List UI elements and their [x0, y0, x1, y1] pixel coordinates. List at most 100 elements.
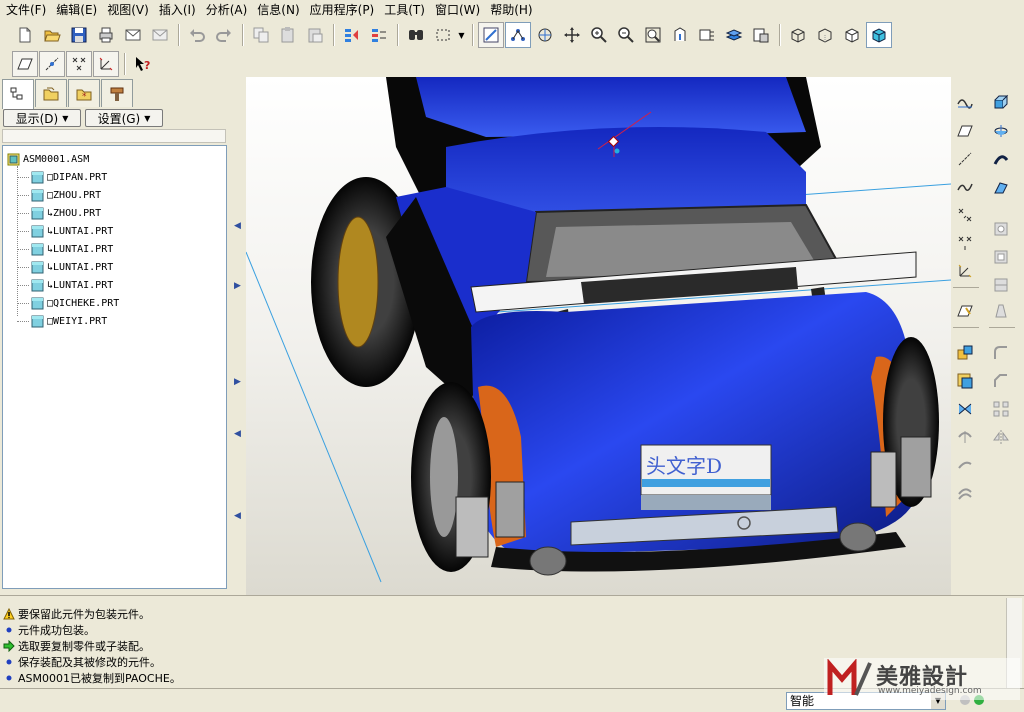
panel-sash[interactable]: ◀ ▶ ▶ ◀ ◀: [232, 77, 246, 595]
trim-button[interactable]: [953, 425, 977, 449]
car-roof[interactable]: [416, 77, 806, 137]
menu-item[interactable]: 编辑(E): [52, 1, 103, 19]
open-folder-button[interactable]: [39, 22, 65, 48]
datum-point-button[interactable]: [953, 203, 977, 227]
datum-curve-button[interactable]: [953, 175, 977, 199]
menu-item[interactable]: 窗口(W): [431, 1, 486, 19]
favorites-tab[interactable]: *: [68, 79, 100, 107]
menu-item[interactable]: 插入(I): [155, 1, 202, 19]
regenerate-manager-button[interactable]: [366, 22, 392, 48]
redo-button[interactable]: [211, 22, 237, 48]
datum-display-button[interactable]: [478, 22, 504, 48]
mirror-button[interactable]: [989, 425, 1013, 449]
tree-item[interactable]: ↳ ZHOU.PRT: [17, 204, 101, 222]
new-file-button[interactable]: [12, 22, 38, 48]
tree-root-item[interactable]: ASM0001.ASM: [7, 150, 89, 168]
extrude-button[interactable]: [989, 89, 1013, 113]
feature-toolbar: [951, 77, 1024, 595]
variable-sweep-button[interactable]: [989, 147, 1013, 171]
orient-mode-button[interactable]: [532, 22, 558, 48]
merge-button[interactable]: [953, 397, 977, 421]
datum-plane-button[interactable]: [953, 119, 977, 143]
offset-button[interactable]: [953, 481, 977, 505]
no-hidden-button[interactable]: [839, 22, 865, 48]
tree-item[interactable]: ↳ LUNTAI.PRT: [17, 222, 113, 240]
paste-special-button[interactable]: [302, 22, 328, 48]
model-tree-tab[interactable]: [2, 79, 34, 109]
menu-item[interactable]: 分析(A): [202, 1, 254, 19]
revolve-button[interactable]: [989, 119, 1013, 143]
pan-button[interactable]: [559, 22, 585, 48]
chamfer-button[interactable]: [989, 369, 1013, 393]
mail-attach-button[interactable]: [147, 22, 173, 48]
hole-button[interactable]: [989, 217, 1013, 241]
round-button[interactable]: [989, 341, 1013, 365]
menu-item[interactable]: 帮助(H): [486, 1, 538, 19]
menu-item[interactable]: 工具(T): [380, 1, 431, 19]
car-model-view[interactable]: 头文字D: [246, 77, 951, 595]
settings-button[interactable]: 设置(G) ▼: [85, 109, 163, 127]
chevron-down-icon[interactable]: ▼: [457, 22, 466, 48]
datum-axis-button[interactable]: [953, 147, 977, 171]
hidden-line-button[interactable]: [812, 22, 838, 48]
tree-item[interactable]: ↳ LUNTAI.PRT: [17, 258, 113, 276]
mail-button[interactable]: [120, 22, 146, 48]
copy-button[interactable]: [248, 22, 274, 48]
show-button[interactable]: 显示(D) ▼: [3, 109, 81, 127]
regenerate-button[interactable]: [339, 22, 365, 48]
coordinate-system-button[interactable]: [953, 259, 977, 283]
paste-button[interactable]: [275, 22, 301, 48]
folder-browser-tab[interactable]: [35, 79, 67, 107]
menu-item[interactable]: 信息(N): [253, 1, 305, 19]
tree-header-strip: [2, 129, 226, 143]
save-button[interactable]: [66, 22, 92, 48]
sash-arrow-icon[interactable]: ◀: [234, 511, 241, 521]
sash-arrow-icon[interactable]: ▶: [234, 281, 241, 291]
datum-axes-toggle-button[interactable]: [39, 50, 65, 77]
tree-item[interactable]: □ WEIYI.PRT: [17, 312, 107, 330]
wireframe-button[interactable]: [785, 22, 811, 48]
analysis-feature-button[interactable]: [953, 299, 977, 323]
menu-item[interactable]: 应用程序(P): [306, 1, 381, 19]
menu-item[interactable]: 文件(F): [2, 1, 52, 19]
select-box-button[interactable]: [430, 22, 456, 48]
component-assemble-button[interactable]: [953, 341, 977, 365]
saved-views-button[interactable]: [694, 22, 720, 48]
view-manager-button[interactable]: [748, 22, 774, 48]
rib-button[interactable]: [989, 273, 1013, 297]
sketch-button[interactable]: [953, 89, 977, 113]
tree-item[interactable]: ↳ LUNTAI.PRT: [17, 276, 113, 294]
connections-tab[interactable]: [101, 79, 133, 107]
layers-button[interactable]: [721, 22, 747, 48]
datum-point-offset-button[interactable]: [953, 231, 977, 255]
refit-button[interactable]: [640, 22, 666, 48]
coordinate-systems-toggle-button[interactable]: [93, 50, 119, 77]
datum-points-toggle-button[interactable]: [66, 50, 92, 77]
undo-button[interactable]: [184, 22, 210, 48]
pattern-button[interactable]: [989, 397, 1013, 421]
tree-item[interactable]: □ DIPAN.PRT: [17, 168, 107, 186]
tree-item[interactable]: ↳ LUNTAI.PRT: [17, 240, 113, 258]
extend-button[interactable]: [953, 453, 977, 477]
zoom-in-button[interactable]: [586, 22, 612, 48]
zoom-out-button[interactable]: [613, 22, 639, 48]
component-create-button[interactable]: [953, 369, 977, 393]
context-help-button[interactable]: ?: [130, 51, 156, 77]
draft-button[interactable]: [989, 299, 1013, 323]
sash-arrow-icon[interactable]: ▶: [234, 377, 241, 387]
print-button[interactable]: [93, 22, 119, 48]
sketch-icon: [956, 92, 974, 110]
shell-button[interactable]: [989, 245, 1013, 269]
tree-item[interactable]: □ QICHEKE.PRT: [17, 294, 119, 312]
graphics-window[interactable]: 头文字D: [246, 77, 951, 595]
menu-item[interactable]: 视图(V): [103, 1, 155, 19]
sash-arrow-icon[interactable]: ◀: [234, 221, 241, 231]
find-button[interactable]: [403, 22, 429, 48]
shading-button[interactable]: [866, 22, 892, 48]
spin-center-button[interactable]: [505, 22, 531, 48]
datum-planes-toggle-button[interactable]: [12, 50, 38, 77]
reorient-button[interactable]: [667, 22, 693, 48]
tree-item[interactable]: □ ZHOU.PRT: [17, 186, 101, 204]
blend-button[interactable]: [989, 175, 1013, 199]
sash-arrow-icon[interactable]: ◀: [234, 429, 241, 439]
